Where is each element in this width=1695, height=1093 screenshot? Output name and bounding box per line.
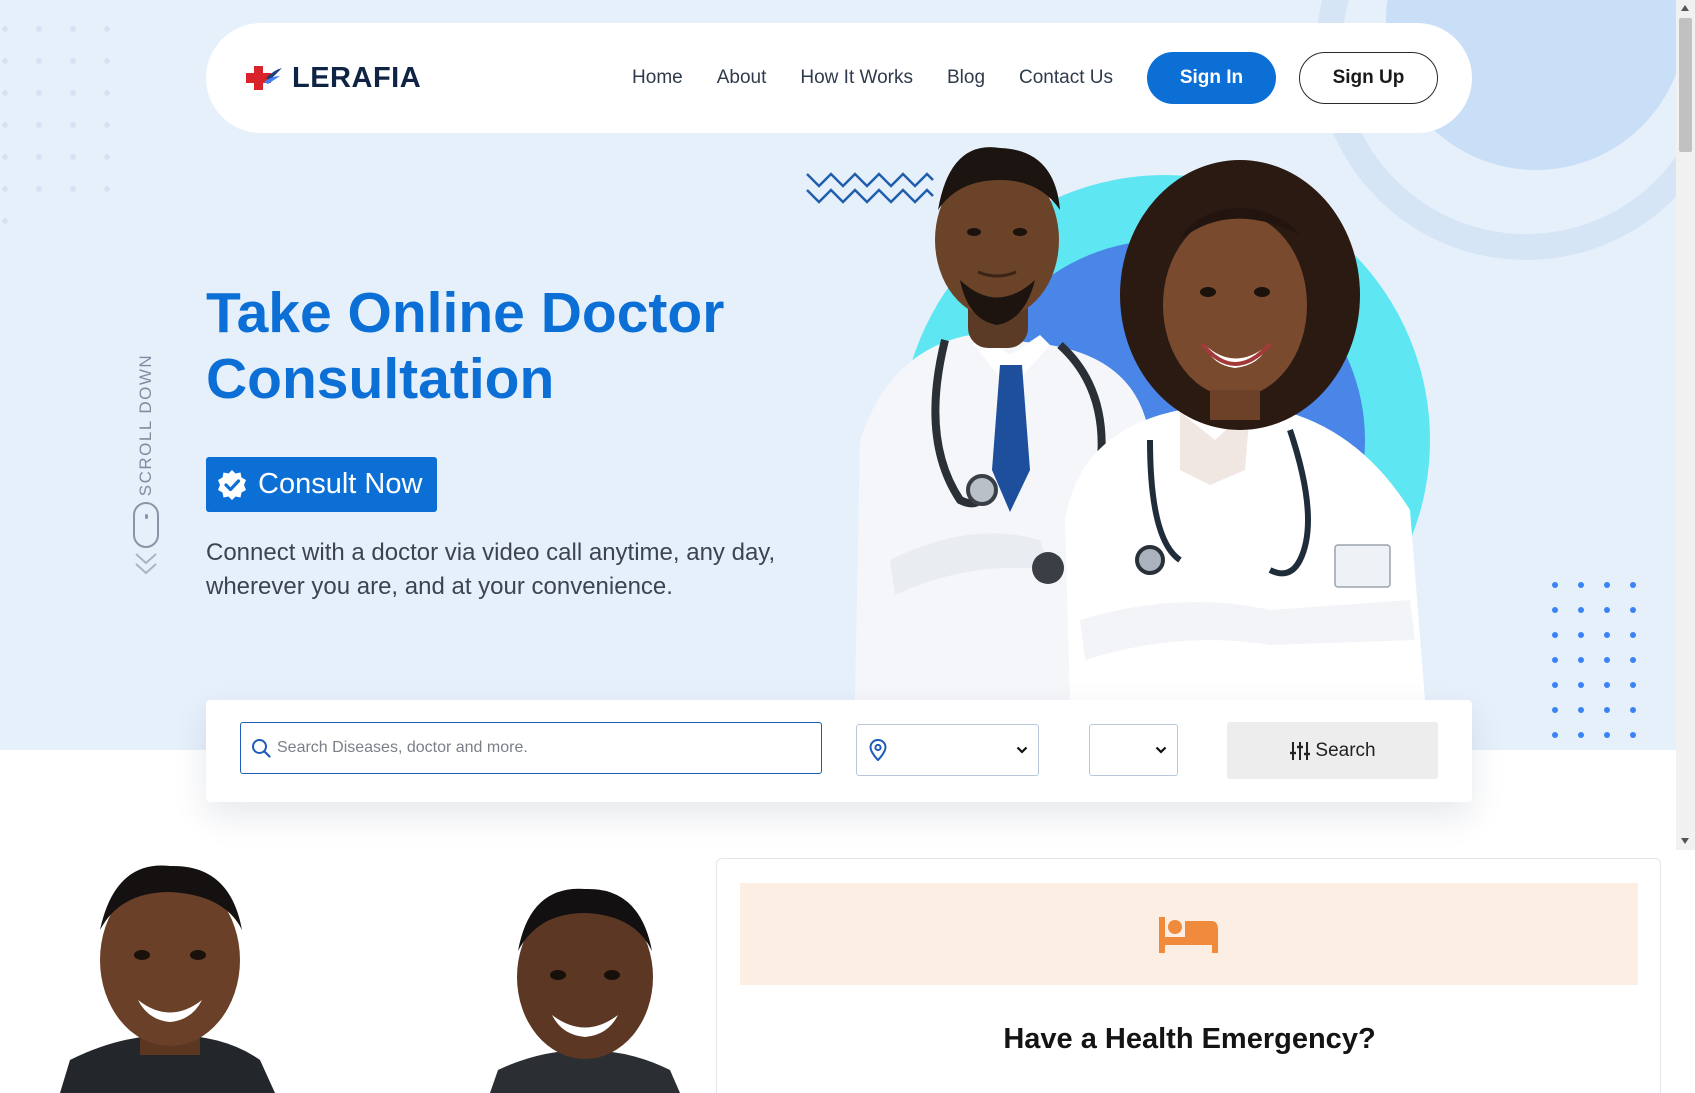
- consult-now-label: Consult Now: [258, 468, 423, 500]
- scrollbar-thumb[interactable]: [1679, 18, 1692, 152]
- medical-cross-icon: [246, 66, 282, 90]
- location-select[interactable]: [856, 724, 1039, 776]
- brand-logo[interactable]: LERAFIA: [246, 62, 421, 95]
- doctors-illustration: [855, 147, 1430, 700]
- nav-link-home[interactable]: Home: [632, 67, 683, 89]
- search-icon: [252, 739, 271, 758]
- bed-icon: [1159, 917, 1218, 953]
- nav-links: Home About How It Works Blog Contact Us: [632, 67, 1113, 89]
- mouse-icon: [133, 502, 159, 548]
- nav-link-blog[interactable]: Blog: [947, 67, 985, 89]
- chevron-down-icon: [1016, 746, 1028, 754]
- hero-title: Take Online Doctor Consultation: [206, 281, 725, 411]
- hero-description: Connect with a doctor via video call any…: [206, 539, 776, 600]
- map-pin-icon: [869, 739, 887, 761]
- decorative-dots-left: [2, 26, 138, 224]
- patient-photo-right: [490, 888, 680, 1093]
- sliders-icon: [1290, 741, 1311, 760]
- search-button[interactable]: Search: [1227, 722, 1438, 779]
- sign-up-button[interactable]: Sign Up: [1299, 52, 1438, 104]
- nav-link-how-it-works[interactable]: How It Works: [800, 67, 913, 89]
- nav-link-about[interactable]: About: [717, 67, 767, 89]
- search-bar: Search: [206, 700, 1472, 802]
- search-field[interactable]: [240, 722, 822, 774]
- chevron-down-icon: [1155, 746, 1167, 754]
- chevron-down-icon: [135, 553, 157, 575]
- scroll-up-arrow-icon[interactable]: [1681, 5, 1689, 11]
- emergency-title: Have a Health Emergency?: [1003, 1023, 1376, 1055]
- emergency-card[interactable]: Have a Health Emergency?: [716, 858, 1661, 1093]
- nav-link-contact[interactable]: Contact Us: [1019, 67, 1113, 89]
- scroll-down-indicator[interactable]: SCROLL DOWN: [130, 354, 162, 580]
- page-scrollbar[interactable]: [1676, 0, 1695, 850]
- search-input[interactable]: [277, 739, 817, 757]
- scroll-down-label: SCROLL DOWN: [136, 353, 156, 497]
- navbar: LERAFIA Home About How It Works Blog Con…: [206, 23, 1472, 133]
- sign-in-button[interactable]: Sign In: [1147, 52, 1276, 104]
- emergency-banner: [740, 883, 1638, 985]
- filter-select[interactable]: [1089, 724, 1178, 776]
- scroll-down-arrow-icon[interactable]: [1681, 838, 1689, 844]
- search-button-label: Search: [1315, 739, 1376, 761]
- brand-name: LERAFIA: [292, 61, 422, 94]
- consult-now-button[interactable]: Consult Now: [206, 457, 437, 512]
- patient-photo-left: [60, 865, 275, 1093]
- decorative-dots-right: [1552, 582, 1656, 738]
- verified-badge-icon: [218, 469, 246, 500]
